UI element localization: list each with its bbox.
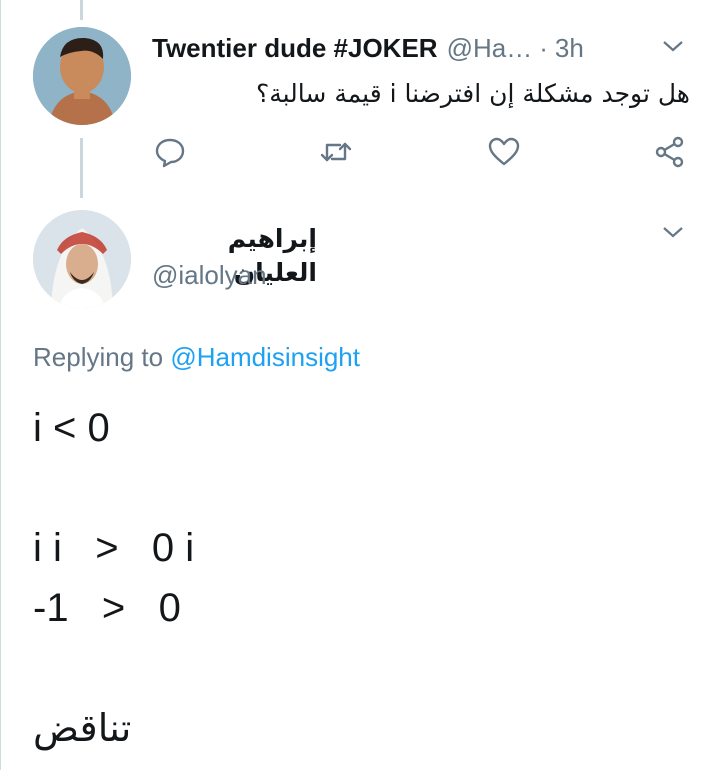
separator-dot: ·	[539, 32, 548, 63]
tweet-actions	[0, 134, 720, 170]
tweet-text-line: i i > 0 i	[33, 526, 195, 570]
tweet-header: Twentier dude #JOKER @Ha… · 3h	[152, 32, 652, 64]
reply-icon[interactable]	[152, 134, 188, 170]
heart-icon[interactable]	[486, 134, 522, 170]
chevron-down-icon[interactable]	[660, 36, 686, 56]
mention-link[interactable]: @Hamdisinsight	[170, 342, 360, 372]
user-handle[interactable]: @Ha…	[447, 33, 533, 64]
share-icon[interactable]	[652, 134, 688, 170]
tweet-text-line: i < 0	[33, 406, 110, 450]
replying-to: Replying to @Hamdisinsight	[33, 340, 360, 374]
tweet-text-line: تناقض	[33, 706, 132, 750]
tweet-text-line: -1 > 0	[33, 586, 181, 630]
thread-connector	[80, 0, 83, 20]
tweet-text: هل توجد مشكلة إن افترضنا i قيمة سالبة؟	[255, 79, 690, 108]
display-name[interactable]: Twentier dude #JOKER	[152, 33, 438, 64]
timeline-border	[0, 0, 1, 770]
avatar[interactable]	[33, 27, 131, 125]
avatar[interactable]	[33, 210, 131, 308]
retweet-icon[interactable]	[318, 134, 354, 170]
chevron-down-icon[interactable]	[660, 222, 686, 242]
user-handle[interactable]: @ialolyan	[152, 258, 267, 292]
replying-label: Replying to	[33, 342, 164, 372]
timestamp[interactable]: 3h	[555, 33, 584, 64]
